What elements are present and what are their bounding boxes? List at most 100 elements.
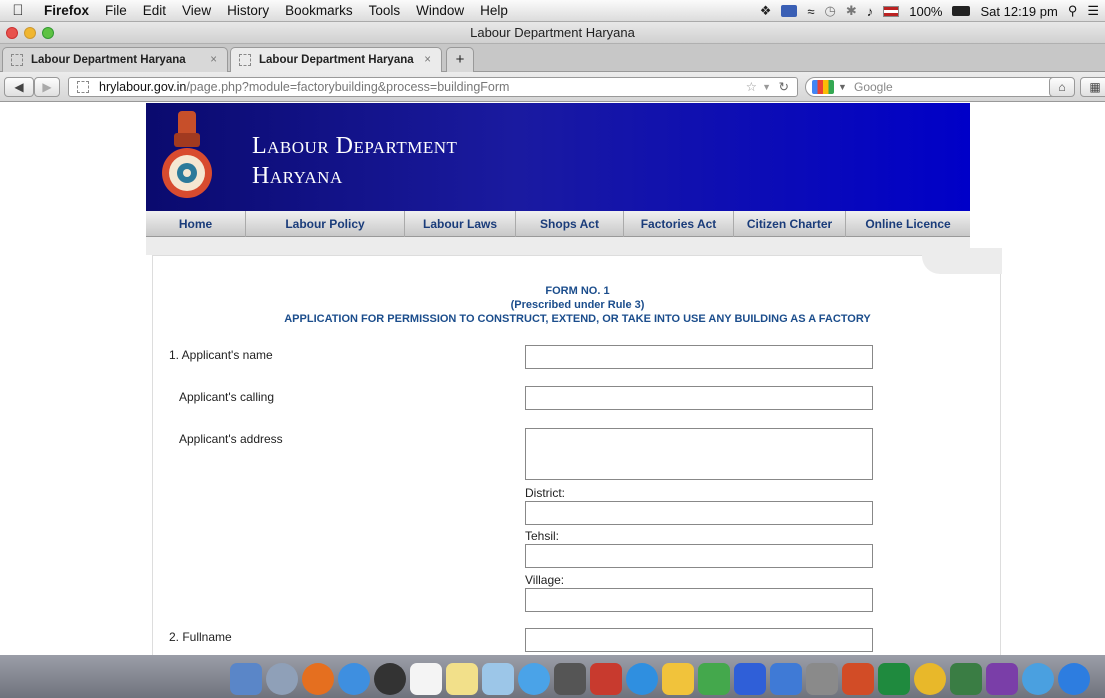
spotlight-icon[interactable]: ⚲ [1068,3,1078,19]
apple-icon[interactable]:  [0,2,36,19]
battery-icon[interactable] [952,6,971,16]
facetime-icon[interactable] [554,663,586,695]
tab-1[interactable]: Labour Department Haryana × [2,47,228,72]
fullname-label: 2. Fullname [169,630,232,644]
menu-window[interactable]: Window [408,3,472,18]
form-heading: APPLICATION FOR PERMISSION TO CONSTRUCT,… [284,313,871,325]
time-machine-icon[interactable]: ◷ [824,3,835,19]
nav-online-licence[interactable]: Online Licence [846,211,970,237]
site-title: Labour Department Haryana [252,131,457,191]
applicant-name-input[interactable] [525,345,873,369]
tehsil-input[interactable] [525,544,873,568]
status-area: ❖ ≈ ◷ ✱ ♪ 100% Sat 12:19 pm ⚲ ☰ [760,0,1099,22]
chrome-icon[interactable] [1058,663,1090,695]
clock[interactable]: Sat 12:19 pm [980,4,1057,19]
new-tab-button[interactable]: + [446,47,474,72]
nav-labour-laws[interactable]: Labour Laws [405,211,516,237]
app-status-icon[interactable] [781,5,798,17]
zoom-window-button[interactable] [42,27,54,39]
skype-icon[interactable] [1022,663,1054,695]
close-tab-icon[interactable]: × [210,48,217,72]
flag-icon[interactable] [883,5,900,17]
applicant-address-label: Applicant's address [179,432,283,446]
menu-bookmarks[interactable]: Bookmarks [277,3,361,18]
form-rule: (Prescribed under Rule 3) [510,299,645,311]
back-button[interactable]: ◀ [4,77,34,97]
notification-icon[interactable]: ☰ [1087,3,1099,19]
menu-file[interactable]: File [97,3,135,18]
bluetooth-icon[interactable]: ✱ [846,3,857,19]
fullname-input[interactable] [525,628,873,652]
textwrangler-icon[interactable] [950,663,982,695]
safari-icon[interactable] [338,663,370,695]
finder-icon[interactable] [230,663,262,695]
site-header: Labour Department Haryana [146,103,970,211]
close-window-button[interactable] [6,27,18,39]
nav-home[interactable]: Home [146,211,246,237]
powerpoint-icon[interactable] [842,663,874,695]
numbers-icon[interactable] [698,663,730,695]
menu-view[interactable]: View [174,3,219,18]
bookmark-star-icon[interactable]: ☆ [746,78,757,96]
dropbox-icon[interactable]: ❖ [760,3,772,19]
home-button[interactable]: ⌂ [1049,77,1075,97]
google-icon[interactable] [812,80,834,94]
window-title-bar: Labour Department Haryana [0,22,1105,44]
village-label: Village: [525,573,565,587]
forward-button[interactable]: ▶ [34,77,60,97]
photo-booth-icon[interactable] [590,663,622,695]
reload-icon[interactable]: ↻ [779,78,789,96]
messages-icon[interactable] [518,663,550,695]
village-input[interactable] [525,588,873,612]
menu-help[interactable]: Help [472,3,516,18]
tab-2[interactable]: Labour Department Haryana × [230,47,442,72]
preview-icon[interactable] [482,663,514,695]
nav-citizen-charter[interactable]: Citizen Charter [734,211,846,237]
close-tab-icon[interactable]: × [424,48,431,72]
menu-edit[interactable]: Edit [135,3,174,18]
applicant-calling-input[interactable] [525,386,873,410]
url-domain: hrylabour.gov.in [99,80,187,94]
page-content: Labour Department Haryana Home Labour Po… [0,103,1105,655]
app-store-icon[interactable] [626,663,658,695]
system-preferences-icon[interactable] [806,663,838,695]
haryana-emblem-logo [162,111,212,198]
firefox-icon[interactable] [302,663,334,695]
nav-labour-policy[interactable]: Labour Policy [246,211,405,237]
tab-2-label: Labour Department Haryana [259,54,414,66]
battery-percent[interactable]: 100% [909,4,942,19]
tab-bar: Labour Department Haryana × Labour Depar… [0,44,1105,72]
search-bar[interactable]: ▼ Google ⚲ [805,77,1075,97]
dashboard-icon[interactable] [374,663,406,695]
imovie-icon[interactable] [986,663,1018,695]
excel-icon[interactable] [878,663,910,695]
menu-app-name[interactable]: Firefox [36,3,97,18]
outlook-icon[interactable] [914,663,946,695]
url-path: /page.php?module=factorybuilding&process… [186,80,510,94]
minimize-window-button[interactable] [24,27,36,39]
volume-icon[interactable]: ♪ [867,4,874,19]
pages-icon[interactable] [662,663,694,695]
url-dropdown-icon[interactable]: ▼ [762,78,771,96]
favicon-icon [11,54,23,66]
notes-icon[interactable] [446,663,478,695]
form-tab-corner [922,248,1002,274]
word-icon[interactable] [734,663,766,695]
applicant-address-textarea[interactable] [525,428,873,480]
favicon-icon [239,54,251,66]
keynote-icon[interactable] [770,663,802,695]
calendar-icon[interactable] [410,663,442,695]
nav-factories-act[interactable]: Factories Act [624,211,734,237]
nav-shops-act[interactable]: Shops Act [516,211,624,237]
launchpad-icon[interactable] [266,663,298,695]
form-panel: FORM NO. 1 (Prescribed under Rule 3) APP… [152,255,1001,655]
district-input[interactable] [525,501,873,525]
url-bar[interactable]: hrylabour.gov.in/page.php?module=factory… [68,77,798,97]
search-engine-dropdown-icon[interactable]: ▼ [838,78,847,96]
menu-tools[interactable]: Tools [361,3,409,18]
site-nav: Home Labour Policy Labour Laws Shops Act… [146,211,970,237]
menu-history[interactable]: History [219,3,277,18]
mac-dock [0,655,1105,698]
wifi-icon[interactable]: ≈ [807,4,814,19]
toolbar-overflow-button[interactable]: ▦ [1080,77,1105,97]
